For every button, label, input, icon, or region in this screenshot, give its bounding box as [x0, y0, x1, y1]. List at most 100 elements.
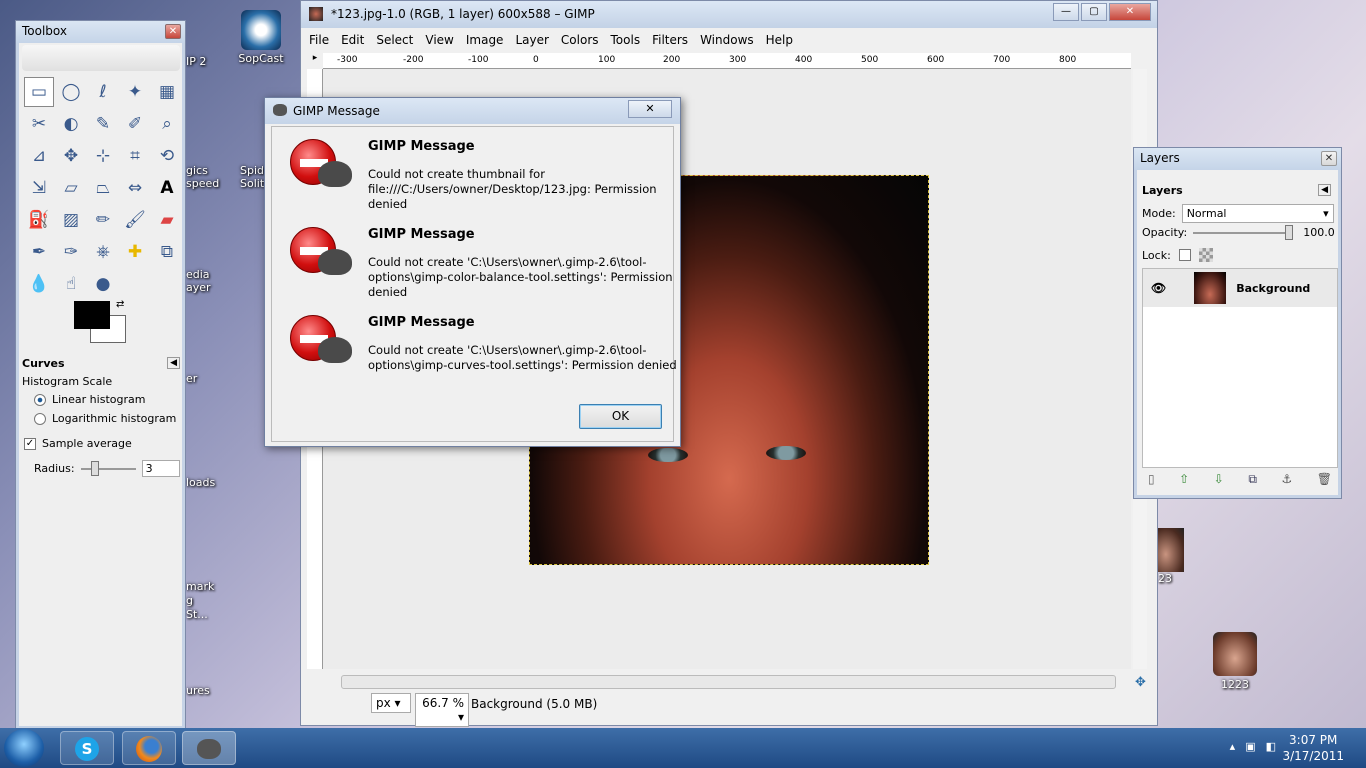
shear-tool-icon[interactable]: ▱: [56, 173, 86, 203]
lock-alpha-icon[interactable]: [1198, 248, 1213, 262]
heal-tool-icon[interactable]: ✚: [120, 237, 150, 267]
align-tool-icon[interactable]: ⊹: [88, 141, 118, 171]
menu-layer[interactable]: Layer: [515, 33, 548, 52]
maximize-button[interactable]: ▢: [1081, 3, 1107, 21]
new-layer-icon[interactable]: ▯: [1148, 472, 1155, 487]
anchor-layer-icon[interactable]: ⚓: [1281, 472, 1292, 487]
menu-view[interactable]: View: [425, 33, 453, 52]
menu-edit[interactable]: Edit: [341, 33, 364, 52]
menu-image[interactable]: Image: [466, 33, 504, 52]
paths-tool-icon[interactable]: ✎: [88, 109, 118, 139]
crop-tool-icon[interactable]: ⌗: [120, 141, 150, 171]
panel-menu-icon[interactable]: ◀: [167, 357, 180, 369]
desktop-icon-sopcast[interactable]: SopCast: [226, 10, 296, 65]
menu-select[interactable]: Select: [376, 33, 413, 52]
show-hidden-icons-icon[interactable]: ▴: [1230, 740, 1236, 753]
desktop-partial-icon[interactable]: gics speed: [186, 164, 219, 190]
duplicate-layer-icon[interactable]: ⧉: [1248, 472, 1257, 487]
desktop-partial-icon[interactable]: IP 2: [186, 55, 216, 68]
taskbar-gimp-button[interactable]: [182, 731, 236, 765]
scale-tool-icon[interactable]: ⇲: [24, 173, 54, 203]
start-button[interactable]: [4, 729, 44, 767]
desktop-partial-icon[interactable]: edia ayer: [186, 268, 216, 294]
perspective-clone-tool-icon[interactable]: ⧉: [152, 237, 182, 267]
ok-button[interactable]: OK: [579, 404, 662, 429]
desktop-partial-icon[interactable]: mark g St...: [186, 580, 216, 622]
unit-select[interactable]: px ▾: [371, 693, 411, 713]
opacity-slider[interactable]: [1193, 224, 1294, 240]
dialog-titlebar[interactable]: GIMP Message ✕: [265, 98, 680, 124]
layers-titlebar[interactable]: Layers ✕: [1134, 148, 1341, 170]
clock[interactable]: 3:07 PM 3/17/2011: [1282, 732, 1344, 764]
linear-histogram-radio[interactable]: Linear histogram: [34, 393, 180, 406]
eraser-tool-icon[interactable]: ▰: [152, 205, 182, 235]
color-picker-tool-icon[interactable]: ✐: [120, 109, 150, 139]
zoom-select[interactable]: 66.7 % ▾: [415, 693, 469, 727]
close-button[interactable]: ✕: [1321, 151, 1337, 166]
toolbox-titlebar[interactable]: Toolbox ✕: [16, 21, 185, 43]
raise-layer-icon[interactable]: ⇧: [1179, 472, 1189, 487]
layer-row[interactable]: 👁 Background: [1143, 269, 1337, 307]
menu-tools[interactable]: Tools: [611, 33, 641, 52]
minimize-button[interactable]: —: [1053, 3, 1079, 21]
free-select-tool-icon[interactable]: ℓ: [88, 77, 118, 107]
zoom-tool-icon[interactable]: ⌕: [152, 109, 182, 139]
network-icon[interactable]: ▣: [1245, 740, 1255, 753]
menu-windows[interactable]: Windows: [700, 33, 754, 52]
desktop-icon-1223[interactable]: 1223: [1200, 632, 1270, 691]
paintbrush-tool-icon[interactable]: 🖌: [120, 205, 150, 235]
rotate-tool-icon[interactable]: ⟲: [152, 141, 182, 171]
color-select-tool-icon[interactable]: ▦: [152, 77, 182, 107]
volume-icon[interactable]: ◧: [1266, 740, 1276, 753]
smudge-tool-icon[interactable]: ☝: [56, 269, 86, 299]
layers-tab[interactable]: Layers: [1142, 184, 1335, 197]
foreground-select-tool-icon[interactable]: ◐: [56, 109, 86, 139]
eye-icon[interactable]: 👁: [1151, 281, 1166, 295]
desktop-partial-icon[interactable]: loads: [186, 476, 216, 489]
quick-mask-icon[interactable]: ▸: [307, 53, 323, 69]
lock-pixels-checkbox[interactable]: [1178, 249, 1191, 261]
opacity-value[interactable]: 100.0: [1303, 226, 1335, 239]
dodge-burn-tool-icon[interactable]: ●: [88, 269, 118, 299]
pencil-tool-icon[interactable]: ✏: [88, 205, 118, 235]
blur-tool-icon[interactable]: 💧: [24, 269, 54, 299]
desktop-partial-icon[interactable]: er: [186, 372, 216, 385]
delete-layer-icon[interactable]: 🗑: [1317, 472, 1332, 487]
mode-select[interactable]: Normal ▾: [1181, 204, 1334, 223]
fuzzy-select-tool-icon[interactable]: ✦: [120, 77, 150, 107]
menu-file[interactable]: File: [309, 33, 329, 52]
taskbar-skype-button[interactable]: S: [60, 731, 114, 765]
sample-average-checkbox[interactable]: ✓ Sample average: [24, 437, 180, 450]
gimp-titlebar[interactable]: *123.jpg-1.0 (RGB, 1 layer) 600x588 – GI…: [301, 1, 1157, 28]
bucket-fill-tool-icon[interactable]: ⛽: [24, 205, 54, 235]
menu-filters[interactable]: Filters: [652, 33, 688, 52]
clone-tool-icon[interactable]: ⎈: [88, 237, 118, 267]
close-button[interactable]: ✕: [628, 100, 672, 118]
measure-tool-icon[interactable]: ⊿: [24, 141, 54, 171]
radius-slider[interactable]: [80, 460, 136, 476]
close-button[interactable]: ✕: [165, 24, 181, 39]
desktop-partial-icon[interactable]: 23: [1158, 528, 1188, 585]
log-histogram-radio[interactable]: Logarithmic histogram: [34, 412, 180, 425]
navigate-icon[interactable]: ✥: [1135, 675, 1146, 690]
airbrush-tool-icon[interactable]: ✒: [24, 237, 54, 267]
scissors-tool-icon[interactable]: ✂: [24, 109, 54, 139]
ellipse-select-tool-icon[interactable]: ◯: [56, 77, 86, 107]
text-tool-icon[interactable]: A: [152, 173, 182, 203]
taskbar-firefox-button[interactable]: [122, 731, 176, 765]
move-tool-icon[interactable]: ✥: [56, 141, 86, 171]
radius-spinbox[interactable]: 3: [141, 460, 180, 477]
panel-menu-icon[interactable]: ◀: [1318, 184, 1331, 196]
close-button[interactable]: ✕: [1109, 3, 1151, 21]
menu-colors[interactable]: Colors: [561, 33, 599, 52]
rect-select-tool-icon[interactable]: ▭: [24, 77, 54, 107]
lower-layer-icon[interactable]: ⇩: [1214, 472, 1224, 487]
flip-tool-icon[interactable]: ⇔: [120, 173, 150, 203]
perspective-tool-icon[interactable]: ⏢: [88, 173, 118, 203]
horizontal-ruler[interactable]: -300 -200 -100 0 100 200 300 400 500 600…: [323, 53, 1131, 69]
swap-colors-icon[interactable]: ⇄: [116, 299, 124, 310]
menu-help[interactable]: Help: [766, 33, 793, 52]
blend-tool-icon[interactable]: ▨: [56, 205, 86, 235]
horizontal-scrollbar[interactable]: [341, 675, 1116, 689]
ink-tool-icon[interactable]: ✑: [56, 237, 86, 267]
